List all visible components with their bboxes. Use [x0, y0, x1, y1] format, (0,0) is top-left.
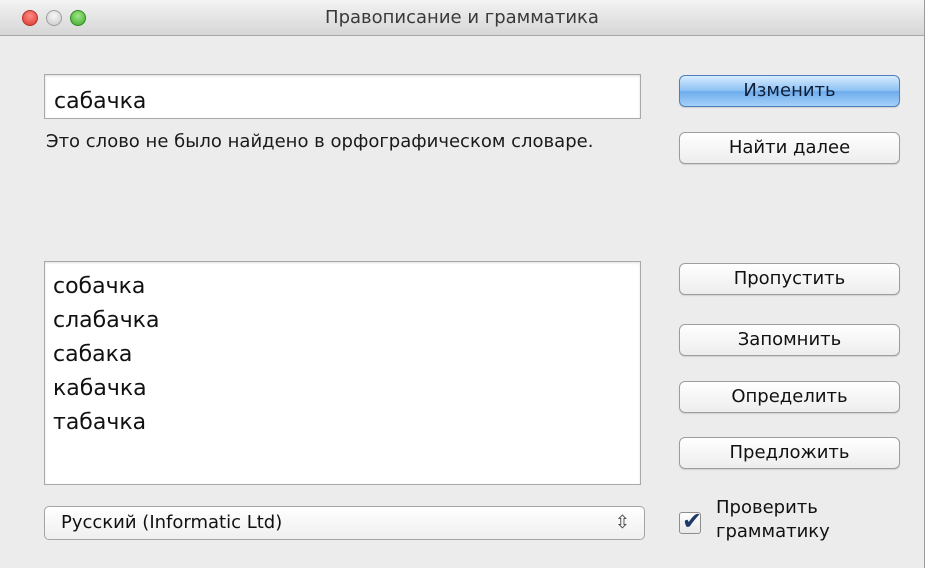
find-next-button[interactable]: Найти далее [679, 132, 900, 164]
define-button[interactable]: Определить [679, 381, 900, 413]
check-grammar-checkbox[interactable]: ✔ [679, 507, 702, 535]
window-title: Правописание и грамматика [325, 7, 599, 28]
title-bar[interactable]: Правописание и грамматика [0, 0, 924, 36]
learn-button[interactable]: Запомнить [679, 324, 900, 356]
misspelled-word-field[interactable] [44, 74, 641, 119]
suggestion-item[interactable]: собачка [53, 270, 640, 304]
ignore-button[interactable]: Пропустить [679, 263, 900, 295]
suggestion-item[interactable]: кабачка [53, 372, 640, 406]
suggestion-item[interactable]: слабачка [53, 304, 640, 338]
checkmark-icon: ✔ [682, 507, 703, 535]
suggestion-item[interactable]: табачка [53, 406, 640, 440]
spelling-grammar-window: Правописание и грамматика Это слово не б… [0, 0, 925, 568]
check-grammar-label[interactable]: Проверить грамматику [716, 496, 876, 544]
language-popup[interactable]: Русский (Informatic Ltd) ⇳ [44, 506, 645, 540]
language-selected: Русский (Informatic Ltd) [61, 512, 283, 533]
change-button[interactable]: Изменить [679, 75, 900, 107]
status-message: Это слово не было найдено в орфографичес… [46, 131, 594, 152]
suggestions-list[interactable]: собачка слабачка сабака кабачка табачка [44, 261, 641, 485]
up-down-arrows-icon: ⇳ [614, 512, 630, 533]
suggestion-item[interactable]: сабака [53, 338, 640, 372]
guess-button[interactable]: Предложить [679, 437, 900, 469]
